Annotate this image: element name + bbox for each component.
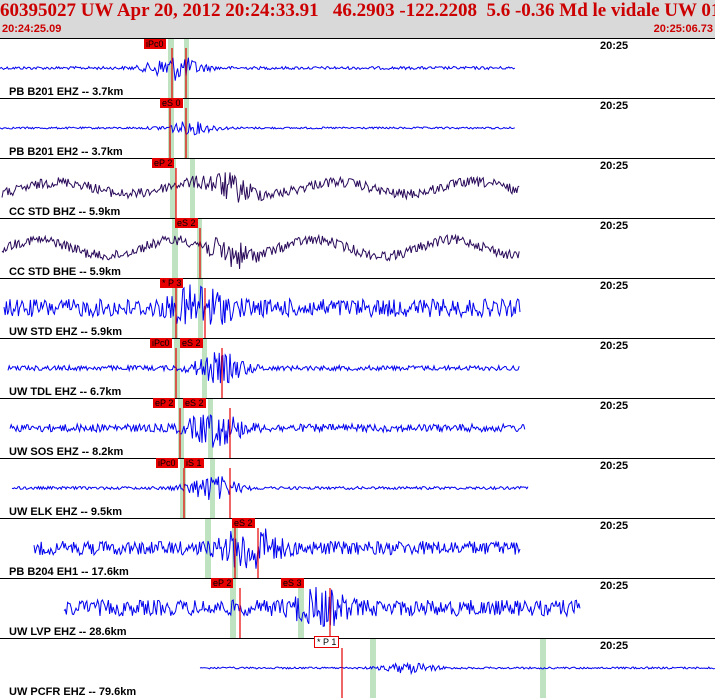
trace-panel[interactable]: 20:25 UW PCFR EHZ -- 79.6km xyxy=(0,638,715,699)
time-tick-label: 20:25 xyxy=(600,340,629,352)
phase-pick-label[interactable]: iPc0 xyxy=(150,338,172,348)
phase-pick-label[interactable]: eP 2 xyxy=(153,398,176,408)
trace-panel[interactable]: 20:25 PB B204 EH1 -- 17.6km xyxy=(0,518,715,579)
phase-pick-label[interactable]: eS 2 xyxy=(175,218,198,228)
event-header: 60395027 UW Apr 20, 2012 20:24:33.91 46.… xyxy=(0,0,715,38)
time-tick-label: 20:25 xyxy=(600,580,629,592)
trace-panel[interactable]: 20:25 CC STD BHE -- 5.9km xyxy=(0,218,715,279)
window-start-time: 20:24:25.09 xyxy=(2,23,62,35)
station-label: UW PCFR EHZ -- 79.6km xyxy=(9,686,137,698)
trace-panel[interactable]: 20:25 PB B201 EHZ -- 3.7km xyxy=(0,38,715,99)
phase-pick-label[interactable]: iS 1 xyxy=(184,458,204,468)
event-title: 60395027 UW Apr 20, 2012 20:24:33.91 46.… xyxy=(0,0,715,21)
time-tick-label: 20:25 xyxy=(600,40,629,52)
trace-panel[interactable]: 20:25 PB B201 EH2 -- 3.7km xyxy=(0,98,715,159)
station-label: UW ELK EHZ -- 9.5km xyxy=(9,506,123,518)
phase-pick-label[interactable]: eS 2 xyxy=(183,398,206,408)
station-label: PB B201 EH2 -- 3.7km xyxy=(9,146,123,158)
time-tick-label: 20:25 xyxy=(600,100,629,112)
trace-panel[interactable]: 20:25 UW SOS EHZ -- 8.2km xyxy=(0,398,715,459)
station-label: PB B204 EH1 -- 17.6km xyxy=(9,566,129,578)
time-tick-label: 20:25 xyxy=(600,520,629,532)
phase-pick-label[interactable]: eS 3 xyxy=(281,578,304,588)
phase-pick-label[interactable]: eS 2 xyxy=(232,518,255,528)
window-end-time: 20:25:06.73 xyxy=(653,23,713,35)
station-label: UW STD EHZ -- 5.9km xyxy=(9,326,123,338)
station-label: UW TDL EHZ -- 6.7km xyxy=(9,386,122,398)
time-tick-label: 20:25 xyxy=(600,640,629,652)
phase-pick-label[interactable]: iPc0 xyxy=(144,39,166,49)
trace-panel[interactable]: 20:25 UW ELK EHZ -- 9.5km xyxy=(0,458,715,519)
trace-panel[interactable]: 20:25 UW LVP EHZ -- 28.6km xyxy=(0,578,715,639)
trace-panel[interactable]: 20:25 UW STD EHZ -- 5.9km xyxy=(0,278,715,339)
time-tick-label: 20:25 xyxy=(600,460,629,472)
station-label: PB B201 EHZ -- 3.7km xyxy=(9,86,124,98)
station-label: UW SOS EHZ -- 8.2km xyxy=(9,446,124,458)
phase-pick-label[interactable]: eS 0 xyxy=(160,98,183,108)
time-tick-label: 20:25 xyxy=(600,400,629,412)
phase-pick-label[interactable]: eS 2 xyxy=(180,338,203,348)
phase-pick-label[interactable]: eP 2 xyxy=(211,578,234,588)
phase-pick-label[interactable]: iPc0 xyxy=(156,458,178,468)
phase-pick-label[interactable]: * P 3 xyxy=(160,278,184,288)
trace-panel[interactable]: 20:25 UW TDL EHZ -- 6.7km xyxy=(0,338,715,399)
time-tick-label: 20:25 xyxy=(600,220,629,232)
time-tick-label: 20:25 xyxy=(600,160,629,172)
station-label: CC STD BHE -- 5.9km xyxy=(9,266,121,278)
phase-pick-label[interactable]: eP 2 xyxy=(152,158,175,168)
seismogram-panels[interactable]: 20:25 PB B201 EHZ -- 3.7km 20:25 PB B201… xyxy=(0,38,715,698)
trace-panel[interactable]: 20:25 CC STD BHZ -- 5.9km xyxy=(0,158,715,219)
phase-pick-label[interactable]: * P 1 xyxy=(314,636,340,648)
time-tick-label: 20:25 xyxy=(600,280,629,292)
station-label: CC STD BHZ -- 5.9km xyxy=(9,206,121,218)
station-label: UW LVP EHZ -- 28.6km xyxy=(9,626,127,638)
